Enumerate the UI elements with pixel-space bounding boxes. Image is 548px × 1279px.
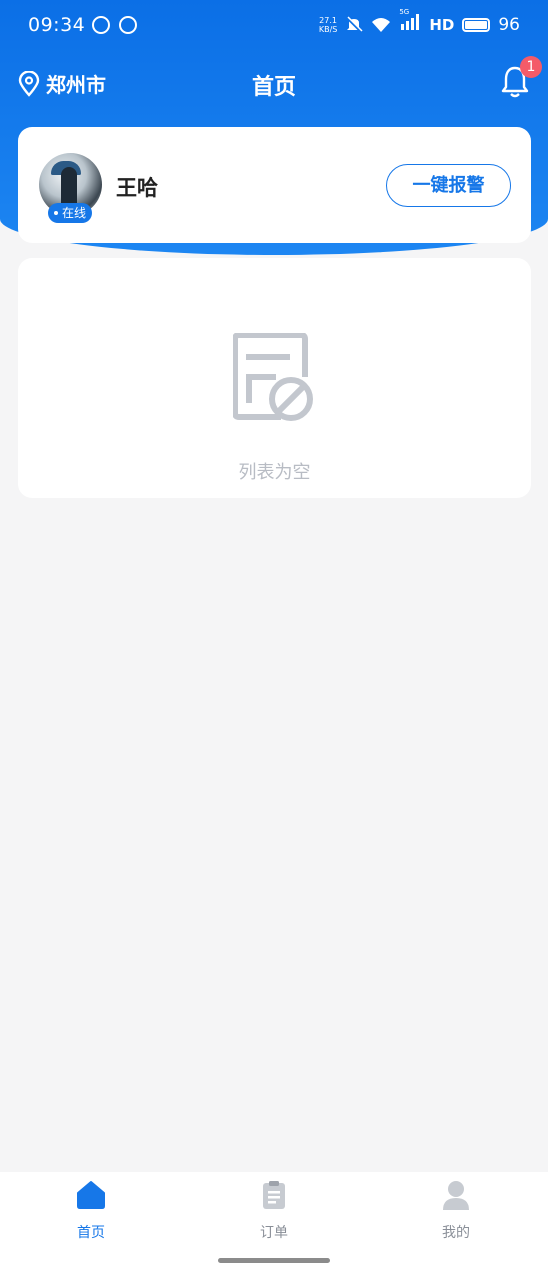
home-icon — [77, 1181, 105, 1209]
signal-icon — [401, 14, 420, 30]
one-click-alarm-button[interactable]: 一键报警 — [386, 164, 511, 207]
network-speed: 27.1 KB/S — [318, 15, 338, 34]
status-dot-icon — [54, 211, 58, 215]
avatar-figure — [61, 167, 77, 207]
status-bar: 09:34 27.1 KB/S 5G HD 96 — [0, 0, 548, 52]
tab-profile-label: 我的 — [442, 1225, 470, 1241]
online-status-label: 在线 — [62, 206, 87, 220]
user-card: 在线 王哈 一键报警 — [18, 127, 531, 243]
hd-indicator: HD — [429, 15, 455, 34]
empty-list-text: 列表为空 — [238, 462, 311, 483]
list-panel: 列表为空 — [18, 258, 531, 498]
network-type: 5G — [399, 8, 410, 16]
battery-icon — [462, 17, 491, 32]
status-time: 09:34 — [28, 14, 86, 36]
tab-home-label: 首页 — [77, 1225, 105, 1241]
clipboard-icon — [263, 1181, 285, 1209]
page-title: 首页 — [251, 75, 296, 100]
mute-icon — [346, 15, 363, 33]
home-indicator — [218, 1258, 330, 1263]
empty-list-icon — [233, 333, 313, 421]
notification-button[interactable]: 1 — [500, 56, 542, 100]
user-name: 王哈 — [116, 176, 158, 200]
wifi-icon — [372, 17, 391, 32]
online-status-badge: 在线 — [48, 203, 93, 223]
top-nav: 郑州市 首页 1 — [0, 56, 548, 106]
status-right: 27.1 KB/S 5G HD 96 — [318, 8, 520, 35]
notification-badge: 1 — [520, 56, 542, 78]
tab-orders[interactable]: 订单 — [224, 1180, 324, 1242]
check-circle-icon — [119, 16, 137, 34]
notification-app-icon — [92, 16, 110, 34]
tab-home[interactable]: 首页 — [41, 1180, 141, 1242]
signal-group: 5G — [399, 8, 421, 35]
battery-level: 96 — [498, 14, 520, 35]
user-icon — [443, 1181, 469, 1210]
tab-orders-label: 订单 — [260, 1225, 288, 1241]
tab-profile[interactable]: 我的 — [406, 1180, 506, 1242]
